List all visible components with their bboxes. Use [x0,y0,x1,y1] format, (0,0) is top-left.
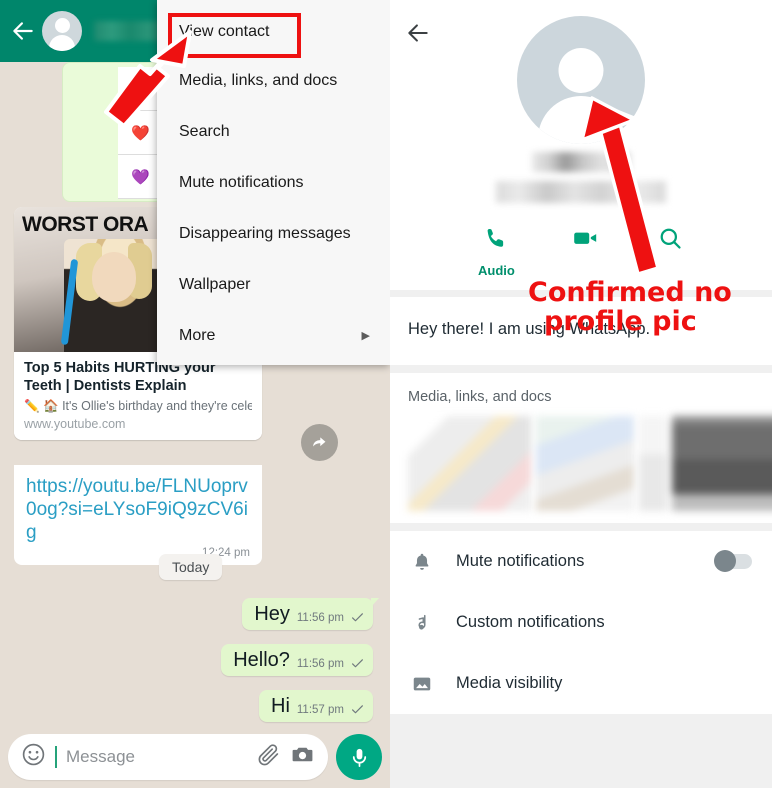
row-media-visibility[interactable]: Media visibility [390,653,772,714]
bell-icon [410,551,434,573]
message-timestamp: 11:57 pm [296,704,344,716]
row-custom-notifications[interactable]: Custom notifications [390,592,772,653]
media-thumbnail[interactable] [672,416,772,511]
link-url-message[interactable]: https://youtu.be/FLNUoprv0og?si=eLYsoF9i… [14,465,262,565]
contact-settings-list: Mute notifications Custom notifications … [390,531,772,714]
sent-check-icon [351,703,364,716]
media-thumbnail-strip [390,416,772,511]
music-note-icon [410,612,434,634]
message-input-bar: Message [0,726,390,788]
message-bubble-outgoing[interactable]: Hello? 11:56 pm [221,644,373,676]
menu-item-label: Mute notifications [179,173,304,191]
menu-item-wallpaper[interactable]: Wallpaper [157,259,390,310]
screenshot-root: ❤️ 💜 WORST ORA Top 5 Habits HURTING your [0,0,772,788]
avatar-head [558,48,604,93]
audio-call-button[interactable]: Audio [478,225,515,278]
row-label: Media visibility [456,674,563,692]
emoji-icon[interactable] [21,742,46,772]
camera-icon[interactable] [290,742,315,772]
message-text: Hello? [233,649,290,671]
forward-icon[interactable] [301,424,338,461]
menu-item-label: Disappearing messages [179,224,351,242]
thumbnail-face [92,252,136,302]
menu-item-mute-notifications[interactable]: Mute notifications [157,157,390,208]
annotation-arrow-right [576,92,676,297]
sent-check-icon [351,657,364,670]
mute-toggle[interactable] [714,550,752,572]
row-mute-notifications[interactable]: Mute notifications [390,531,772,592]
message-text: Hey [254,603,290,625]
message-bubble-outgoing[interactable]: Hey 11:56 pm [242,598,379,630]
message-link[interactable]: https://youtu.be/FLNUoprv0og?si=eLYsoF9i… [26,475,250,545]
text-cursor [55,746,57,768]
link-description: ✏️ 🏠 It's Ollie's birthday and they're c… [24,399,252,414]
chevron-right-icon: ▶ [361,330,370,342]
link-domain: www.youtube.com [24,417,126,432]
chat-screen: ❤️ 💜 WORST ORA Top 5 Habits HURTING your [0,0,390,788]
menu-item-disappearing-messages[interactable]: Disappearing messages [157,208,390,259]
avatar-body [49,35,75,51]
menu-item-label: Media, links, and docs [179,71,338,89]
annotation-arrow-left [80,30,200,145]
menu-item-more[interactable]: More ▶ [157,310,390,361]
message-input[interactable]: Message [66,747,247,767]
phone-icon [483,225,510,257]
callout-line-2: profile pic [544,306,697,338]
link-title: Top 5 Habits HURTING your Teeth | Dentis… [24,360,216,394]
message-text: Hi [271,695,290,717]
microphone-icon[interactable] [336,734,382,780]
media-section-title: Media, links, and docs [408,389,552,405]
avatar-head [54,18,70,33]
toggle-knob [714,550,736,572]
message-timestamp: 11:56 pm [296,612,344,624]
thumbnail-overlay-text: WORST ORA [22,213,149,236]
row-label: Custom notifications [456,613,605,631]
menu-item-label: More [179,326,216,344]
message-bubble-outgoing[interactable]: Hi 11:57 pm [259,690,373,722]
bubble-tail [371,598,379,607]
row-label: Mute notifications [456,552,585,570]
media-thumbnail[interactable] [639,416,667,511]
link-preview-meta: Top 5 Habits HURTING your Teeth | Dentis… [14,352,262,441]
media-links-docs-section[interactable]: Media, links, and docs [390,373,772,523]
avatar[interactable] [42,11,82,51]
back-arrow-icon[interactable] [10,18,36,44]
day-divider: Today [159,554,223,580]
paperclip-icon[interactable] [256,742,281,772]
media-thumbnail[interactable] [536,416,634,511]
message-input-container[interactable]: Message [8,734,328,780]
media-thumbnail[interactable] [408,416,531,511]
back-arrow-icon[interactable] [405,20,431,46]
image-icon [410,673,434,695]
sent-check-icon [351,611,364,624]
audio-call-label: Audio [478,263,515,278]
menu-item-label: Wallpaper [179,275,251,293]
message-timestamp: 11:56 pm [296,658,344,670]
